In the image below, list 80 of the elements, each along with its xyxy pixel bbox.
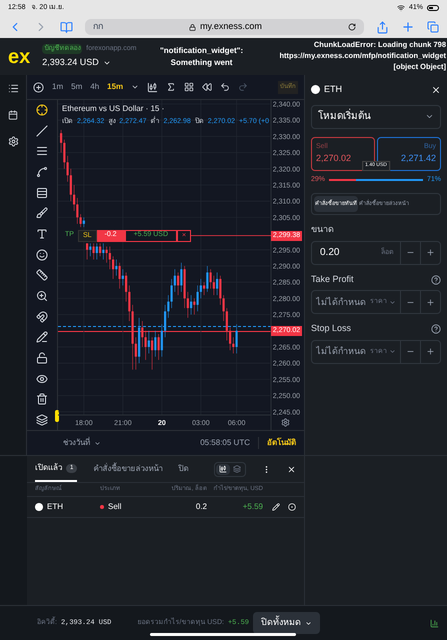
unlock-icon[interactable] [36, 352, 48, 364]
symbol-name: ETH [324, 83, 342, 96]
close-icon[interactable] [287, 464, 296, 474]
chevron-down-icon [389, 348, 396, 356]
close-icon[interactable] [431, 84, 441, 95]
close-position-icon[interactable] [288, 503, 296, 511]
eye-icon[interactable] [36, 372, 48, 385]
table-cell-text: +5.59 [242, 501, 263, 513]
text-icon[interactable] [36, 228, 48, 240]
field-label: Stop Loss [311, 322, 352, 336]
chevron-down-icon [305, 620, 312, 626]
error-message: Something went [170, 57, 232, 69]
error-message: "notification_widget": [160, 45, 244, 57]
positions-tab[interactable]: ปิด [178, 456, 188, 482]
balance-dropdown[interactable]: 2,393.24 USD [42, 56, 136, 70]
battery-icon [427, 5, 439, 11]
wifi-icon [396, 4, 405, 12]
settings-icon[interactable] [8, 136, 18, 147]
field-label: Take Profit [311, 272, 354, 286]
settings-icon[interactable] [281, 418, 290, 427]
chevron-down-icon [94, 440, 101, 446]
plus-icon [426, 347, 435, 356]
rows-icon[interactable] [36, 186, 48, 199]
chevron-down-icon [425, 112, 434, 121]
timeframe-tab[interactable]: 5m [71, 81, 82, 93]
plus-icon [426, 298, 435, 307]
text-size-button[interactable]: กก [93, 20, 103, 34]
magnet-icon[interactable] [36, 310, 48, 323]
lock-icon [189, 24, 196, 30]
layers-icon[interactable] [36, 414, 48, 426]
collapse-handle[interactable] [55, 410, 59, 422]
new-tab-icon[interactable] [401, 20, 415, 34]
undo-icon[interactable] [220, 82, 230, 92]
address-bar[interactable]: กก my.exness.com [85, 19, 364, 35]
function-icon[interactable] [166, 82, 176, 92]
position-row[interactable]: ETH Sell 0.2 +5.59 [27, 497, 304, 518]
positions-tab[interactable]: คำสั่งซื้อขายล่วงหน้า [93, 456, 162, 482]
table-cell: ETH [47, 501, 63, 513]
zoom-in-icon[interactable] [36, 290, 48, 302]
tabs-icon[interactable] [427, 21, 439, 33]
line-icon[interactable] [36, 124, 48, 137]
timeframe-tab[interactable]: 4h [90, 81, 100, 93]
grid-icon[interactable] [184, 82, 194, 92]
bookmarks-icon[interactable] [60, 20, 73, 34]
timeframe-tab[interactable]: 1m [52, 81, 64, 93]
share-icon[interactable] [376, 20, 389, 34]
auto-scale-button[interactable]: อัตโนมัติ [259, 437, 296, 449]
mode-dropdown[interactable]: โหมดเริ่มต้น [311, 104, 441, 128]
crosshair-icon[interactable] [36, 104, 48, 116]
timeframe-tab[interactable]: 15m [107, 81, 124, 93]
ruler-icon[interactable] [36, 269, 48, 282]
candles-icon[interactable] [147, 82, 158, 92]
parallel-lines-icon[interactable] [36, 145, 48, 158]
brush-icon[interactable] [36, 207, 48, 220]
plus-icon [426, 248, 435, 258]
table-cell: Sell [108, 501, 122, 513]
field-label: ขนาด [311, 223, 335, 236]
help-icon[interactable] [431, 324, 441, 334]
close-all-button[interactable]: ปิดทั้งหมด [253, 612, 320, 634]
url: my.exness.com [200, 20, 262, 34]
help-icon[interactable] [431, 274, 441, 284]
pencil-icon[interactable] [36, 331, 48, 344]
calendar-icon[interactable] [8, 110, 18, 120]
chevron-down-icon[interactable] [131, 83, 140, 91]
curve-icon[interactable] [36, 166, 48, 178]
signal-icon [430, 618, 439, 628]
logo[interactable]: ex [8, 42, 30, 72]
date-range-dropdown[interactable]: ช่วงวันที่ [63, 437, 101, 449]
table-cell-text: 0.2 [194, 501, 207, 513]
add-icon[interactable] [33, 82, 44, 92]
edit-icon[interactable] [272, 503, 280, 511]
smiley-icon[interactable] [36, 248, 48, 261]
view-toggle-button[interactable] [216, 464, 230, 474]
chevron-down-icon [389, 298, 396, 306]
chart-title: Ethereum vs US Dollar · 15 · [62, 103, 166, 115]
volume-field[interactable]: 0.20 [312, 242, 381, 264]
reload-icon[interactable] [348, 23, 356, 31]
trash-icon[interactable] [36, 393, 48, 406]
chart-clock: 05:58:05 UTC [200, 437, 259, 449]
replay-icon[interactable] [202, 82, 212, 92]
